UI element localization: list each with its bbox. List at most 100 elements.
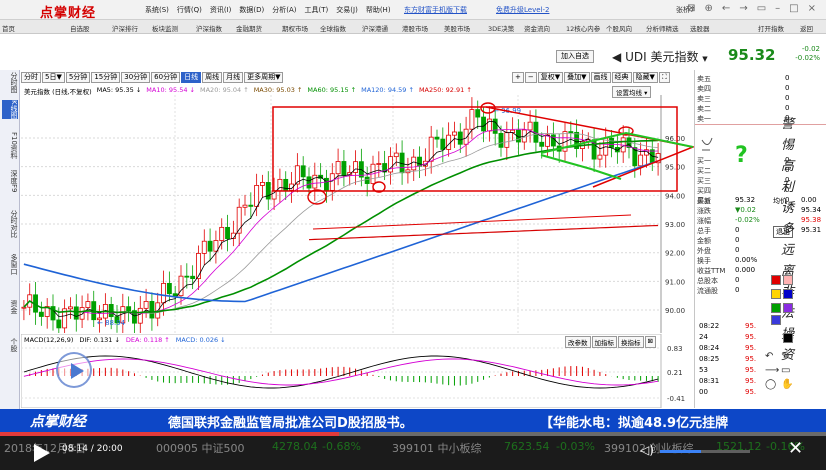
play-icon[interactable] [30,442,52,464]
nav-item[interactable]: 期权市场 [282,23,308,33]
macd-button[interactable]: ⊠ [644,336,656,348]
macd-button[interactable]: 加指标 [591,336,617,348]
color-swatch[interactable] [783,275,793,285]
period-button[interactable]: 月线 [223,72,244,83]
nav-item[interactable]: 选股器 [690,23,710,33]
nav-item[interactable]: 分析师精选 [646,23,679,33]
chart-tool-button[interactable]: + [512,72,524,83]
menu-item[interactable]: 资讯(I) [210,5,232,15]
nav-item[interactable]: 金融期货 [236,23,262,33]
window-control-icon[interactable]: □ [789,3,798,14]
menu-item[interactable]: 分析(A) [272,5,296,15]
color-swatch[interactable] [771,315,781,325]
hand-icon[interactable]: ✋ [781,379,793,390]
candle-body [254,185,260,207]
period-button[interactable]: 更多周期▼ [244,72,284,83]
left-tab[interactable]: K线图 [2,100,18,119]
window-control-icon[interactable]: – [775,3,780,14]
chart-tool-button[interactable]: 隐藏▼ [632,72,658,83]
period-button[interactable]: 分时 [21,72,41,83]
left-tab[interactable]: 深度F9 [2,170,18,192]
nav-item[interactable]: 3DE决策 [488,23,514,33]
nav-right-item[interactable]: 返回 [800,23,813,33]
window-control-icon[interactable]: × [808,3,816,14]
undo-curve-icon[interactable]: ↶ [765,351,773,362]
nav-item[interactable]: 美股市场 [444,23,470,33]
macd-button[interactable]: 换指标 [618,336,644,348]
arrow-icon[interactable]: ⟶ [765,365,779,376]
period-button[interactable]: 15分钟 [91,72,121,83]
nav-item[interactable]: 沪深排行 [112,23,138,33]
nav-right-item[interactable]: 打开指数 [758,23,784,33]
left-tab[interactable]: F10资料 [2,132,18,159]
seek-bar[interactable] [0,432,826,436]
nav-item[interactable]: 个股风向 [606,23,632,33]
window-control-icon[interactable]: ▭ [757,3,766,14]
chart-tool-button[interactable]: − [524,72,537,83]
nav-item[interactable]: 首页 [2,23,15,33]
nav-item[interactable]: 港股市场 [402,23,428,33]
nav-item[interactable]: 板块监测 [152,23,178,33]
color-swatch[interactable] [783,303,793,313]
menu-item[interactable]: 行情(Q) [177,5,202,15]
macd-button[interactable]: 改参数 [565,336,591,348]
nav-item[interactable]: 沪深港通 [362,23,388,33]
chart-tool-button[interactable]: 叠加▼ [564,72,590,83]
play-overlay-button[interactable] [56,352,92,388]
color-swatch[interactable] [783,333,793,343]
prev-instrument-icon[interactable]: ◀ [612,50,621,64]
window-control-icon[interactable]: ⊕ [705,3,713,14]
rect-icon[interactable]: ▭ [781,365,790,376]
color-swatch[interactable] [771,275,781,285]
nav-item[interactable]: 资金流向 [524,23,550,33]
period-button[interactable]: 5日▼ [42,72,65,83]
instrument-dropdown-icon[interactable]: ▼ [702,55,707,63]
color-swatch[interactable] [783,289,793,299]
menu-item[interactable]: 帮助(H) [366,5,391,15]
volume-icon[interactable]: ◁) [640,443,654,457]
nav-item[interactable]: 12核心内参 [566,23,600,33]
window-control-icon[interactable]: → [739,3,747,14]
left-tab[interactable]: 资金 [2,300,18,314]
pen-icon[interactable]: ✎ [781,351,789,362]
add-favorite-button[interactable]: 加入自选 [556,50,594,63]
menu-item[interactable]: 交易(J) [336,5,358,15]
nav-item[interactable]: 沪深指数 [196,23,222,33]
macd-legend-item: DEA: 0.118 ↑ [125,336,170,344]
window-control-icon[interactable]: ⊠ [687,3,695,14]
left-tab[interactable]: 分时图 [2,72,18,93]
ellipse-icon[interactable]: ◯ [765,379,776,390]
buy-level-value: 0 [785,166,790,174]
menu-item[interactable]: 数据(D) [239,5,264,15]
chart-tool-button[interactable]: 复权▼ [537,72,564,83]
chart-tool-button[interactable]: 经典 [611,72,632,83]
candle-body [457,131,463,145]
color-swatch[interactable] [771,289,781,299]
left-tab[interactable]: 多窗口 [2,254,18,275]
window-control-icon[interactable]: ← [722,3,730,14]
instrument-name[interactable]: ◀ UDI 美元指数 ▼ [612,48,708,65]
period-button[interactable]: 周线 [202,72,223,83]
left-tab[interactable]: 个股 [2,338,18,352]
menu-item[interactable]: 系统(S) [145,5,169,15]
period-button[interactable]: 日线 [181,72,202,83]
period-button[interactable]: 5分钟 [65,72,91,83]
macd-y-tick: 0.83 [667,345,683,353]
chart-tool-button[interactable]: ⛶ [658,72,670,83]
period-button[interactable]: 60分钟 [151,72,181,83]
menu-item[interactable]: 工具(T) [305,5,329,15]
nav-item[interactable]: 全球指数 [320,23,346,33]
color-swatch[interactable] [771,303,781,313]
level2-upgrade-link[interactable]: 免费升级Level-2 [496,5,549,15]
left-tab[interactable]: 分时对比 [2,210,18,238]
kline-chart[interactable]: 90.0091.0092.0093.0094.0095.0096.00← 96.… [21,95,694,333]
stat-value: 0.00 [801,196,817,204]
period-button[interactable]: 30分钟 [121,72,151,83]
mobile-download-link[interactable]: 东方财富手机版下载 [404,5,467,15]
fullscreen-icon[interactable]: ✕ [788,438,803,459]
volume-slider[interactable] [660,450,750,453]
low-label: ← 88.94 [97,319,126,327]
chart-tool-button[interactable]: 画线 [590,72,611,83]
y-tick-label: 95.00 [665,164,685,172]
nav-item[interactable]: 自选股 [70,23,90,33]
